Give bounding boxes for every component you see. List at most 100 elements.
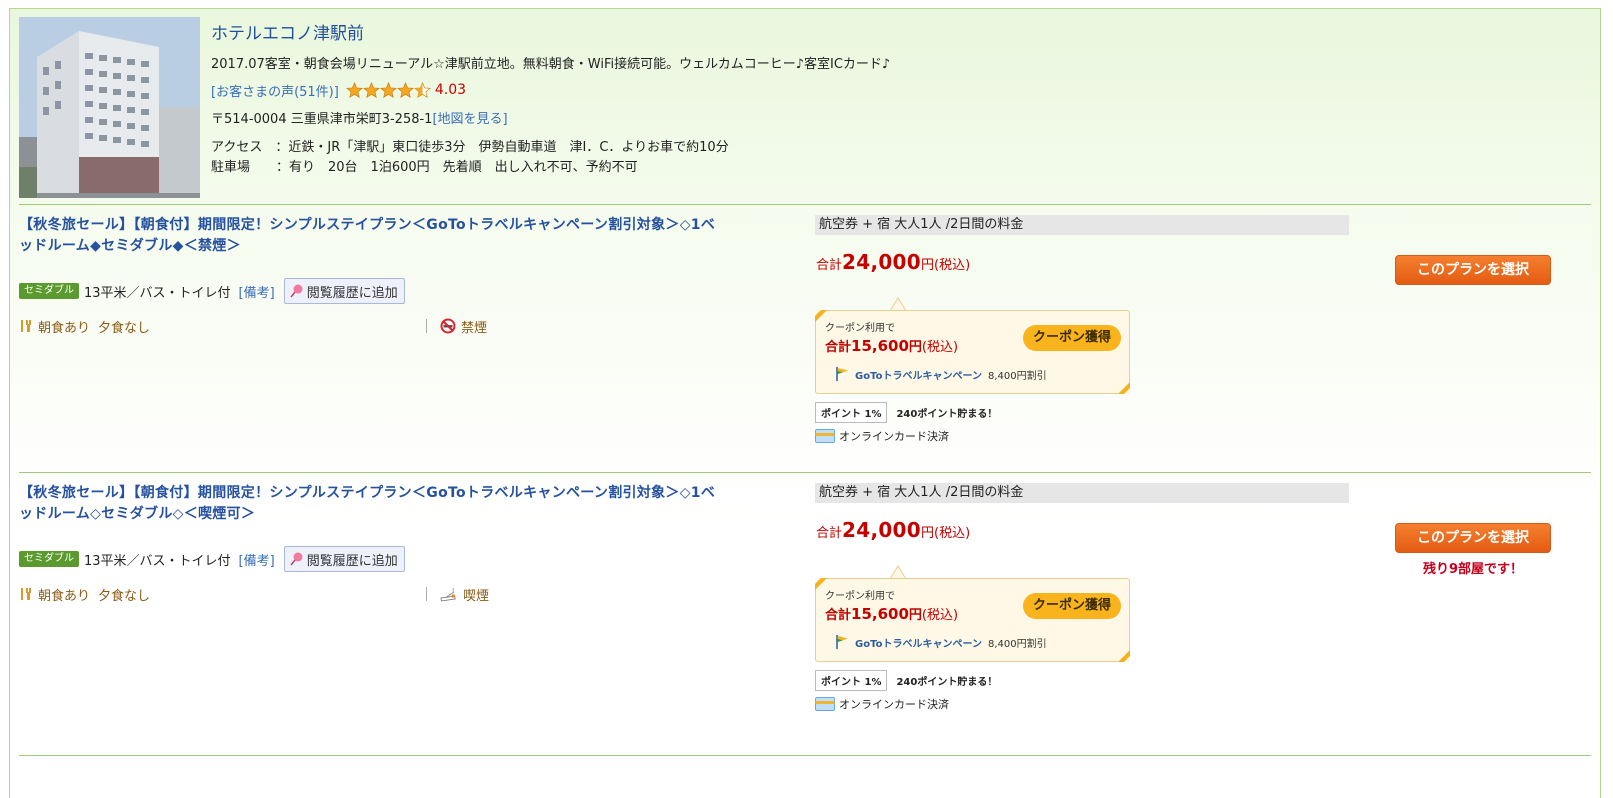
total-label: 合計 [816,526,843,541]
total-amount: 24,000 [842,518,921,542]
tax-label: (税込) [921,608,959,623]
coupon-note: クーポン利用で [825,591,895,602]
yen-unit: 円 [921,526,935,541]
goto-discount: 8,400円割引 [987,370,1047,382]
tax-label: (税込) [934,258,971,273]
room-type-badge: セミダブル [19,551,79,567]
get-coupon-button[interactable]: クーポン獲得 [1023,325,1121,351]
tax-label: (税込) [921,340,959,355]
price-header: 航空券 + 宿 大人1人 /2日間の料金 [815,215,1349,235]
get-coupon-button[interactable]: クーポン獲得 [1023,593,1121,619]
breakfast-label: 朝食あり [38,320,91,336]
rating-value: 4.03 [434,82,467,98]
yen-unit: 円 [908,340,922,355]
meal-info: 朝食あり 夕食なし [19,317,151,336]
rooms-remaining: 残り9部屋です！ [1422,562,1524,577]
hotel-photo[interactable] [19,17,200,198]
access-row: アクセス ：近鉄・JR「津駅」東口徒歩3分 伊勢自動車道 津I．C．よりお車で約… [211,136,729,155]
flag-icon [836,635,848,649]
flag-icon [836,367,848,381]
reviews-link[interactable]: [お客さまの声(51件)] [211,81,339,100]
yen-unit: 円 [921,258,935,273]
payment-info: オンラインカード決済 [815,696,949,712]
credit-card-icon [815,697,835,711]
coupon-total-amount: 15,600 [851,605,909,623]
smoking-icon [440,587,456,602]
hotel-name-link[interactable]: ホテルエコノ津駅前 [211,19,364,44]
dinner-label: 夕食なし [98,320,151,336]
smoking-info: 禁煙 [426,317,487,336]
select-plan-button[interactable]: このプランを選択 [1395,255,1551,285]
goto-campaign: GoToトラベルキャンペーン 8,400円割引 [834,366,1047,382]
total-price: 合計24,000円(税込) [816,518,970,542]
coupon-note: クーポン利用で [825,323,895,334]
smoking-label: 喫煙 [463,588,490,604]
room-description: 13平米／バス・トイレ付 [84,285,231,301]
star-full-icon [362,81,380,98]
plan-title-link[interactable]: 【秋冬旅セール】【朝食付】期間限定！シンプルステイプラン＜GoToトラベルキャン… [19,215,719,257]
total-amount: 24,000 [842,250,921,274]
total-label: 合計 [816,258,843,273]
coupon-total-label: 合計 [825,340,852,355]
plan-title-link[interactable]: 【秋冬旅セール】【朝食付】期間限定！シンプルステイプラン＜GoToトラベルキャン… [19,483,719,525]
coupon-total-label: 合計 [825,608,852,623]
hotel-catchcopy: 2017.07客室・朝食会場リニューアル☆津駅前立地。無料朝食・WiFi接続可能… [211,57,891,72]
price-header: 航空券 + 宿 大人1人 /2日間の料金 [815,483,1349,503]
callout-pointer [890,565,906,579]
rating-stars [345,81,431,99]
coupon-price: 合計15,600円(税込) [825,604,958,623]
parking-row: 駐車場 ：有り 20台 1泊600円 先着順 出し入れ不可、予約不可 [211,156,638,175]
select-plan-button[interactable]: このプランを選択 [1395,523,1551,553]
coupon-box: クーポン利用で 合計15,600円(税込) クーポン獲得 GoToトラベルキャン… [815,310,1130,394]
payment-info: オンラインカード決済 [815,428,949,444]
room-info: セミダブル 13平米／バス・トイレ付 [備考] 閲覧履歴に追加 [19,546,405,572]
coupon-total-amount: 15,600 [851,337,909,355]
parking-text: 有り 20台 1泊600円 先着順 出し入れ不可、予約不可 [289,160,638,175]
divider [426,319,427,333]
points-info: ポイント 1% 240ポイント貯まる！ [815,402,997,423]
add-history-button[interactable]: 閲覧履歴に追加 [283,546,405,572]
parking-label: 駐車場 ： [211,160,290,175]
point-earn-text: 240ポイント貯まる！ [896,409,998,420]
pin-icon [290,552,303,566]
pin-icon [290,284,303,298]
meal-icon [21,320,31,332]
goto-campaign: GoToトラベルキャンペーン 8,400円割引 [834,634,1047,650]
remarks-link[interactable]: [備考] [239,282,275,301]
meal-icon [21,588,31,600]
add-history-label: 閲覧履歴に追加 [306,553,398,569]
yen-unit: 円 [908,608,922,623]
address-row: 〒514-0004 三重県津市栄町3-258-1[地図を見る] [211,108,508,127]
room-description: 13平米／バス・トイレ付 [84,553,231,569]
add-history-button[interactable]: 閲覧履歴に追加 [283,278,405,304]
goto-campaign-name: GoToトラベルキャンペーン [855,638,982,650]
star-full-icon [345,81,363,98]
total-price: 合計24,000円(税込) [816,250,970,274]
point-rate-badge: ポイント 1% [815,670,888,691]
dinner-label: 夕食なし [98,588,151,604]
map-link[interactable]: [地図を見る] [432,112,507,127]
add-history-label: 閲覧履歴に追加 [306,285,398,301]
payment-method: オンラインカード決済 [839,698,949,711]
star-full-icon [379,81,397,98]
divider [19,755,1591,756]
credit-card-icon [815,429,835,443]
review-row: [お客さまの声(51件)] 4.03 [211,80,466,100]
meal-info: 朝食あり 夕食なし [19,585,151,604]
remarks-link[interactable]: [備考] [239,550,275,569]
callout-pointer [890,297,906,311]
point-rate-badge: ポイント 1% [815,402,888,423]
star-half-icon [413,81,431,98]
access-text: 近鉄・JR「津駅」東口徒歩3分 伊勢自動車道 津I．C．よりお車で約10分 [288,140,729,155]
goto-campaign-name: GoToトラベルキャンペーン [855,370,982,382]
divider [426,587,427,601]
hotel-card: ホテルエコノ津駅前 2017.07客室・朝食会場リニューアル☆津駅前立地。無料朝… [9,8,1601,798]
divider [19,472,1591,473]
coupon-box: クーポン利用で 合計15,600円(税込) クーポン獲得 GoToトラベルキャン… [815,578,1130,662]
hotel-address: 〒514-0004 三重県津市栄町3-258-1 [211,112,433,127]
payment-method: オンラインカード決済 [839,430,949,443]
divider [19,204,1591,205]
point-earn-text: 240ポイント貯まる！ [896,677,998,688]
no-smoking-icon [440,318,456,334]
breakfast-label: 朝食あり [38,588,91,604]
